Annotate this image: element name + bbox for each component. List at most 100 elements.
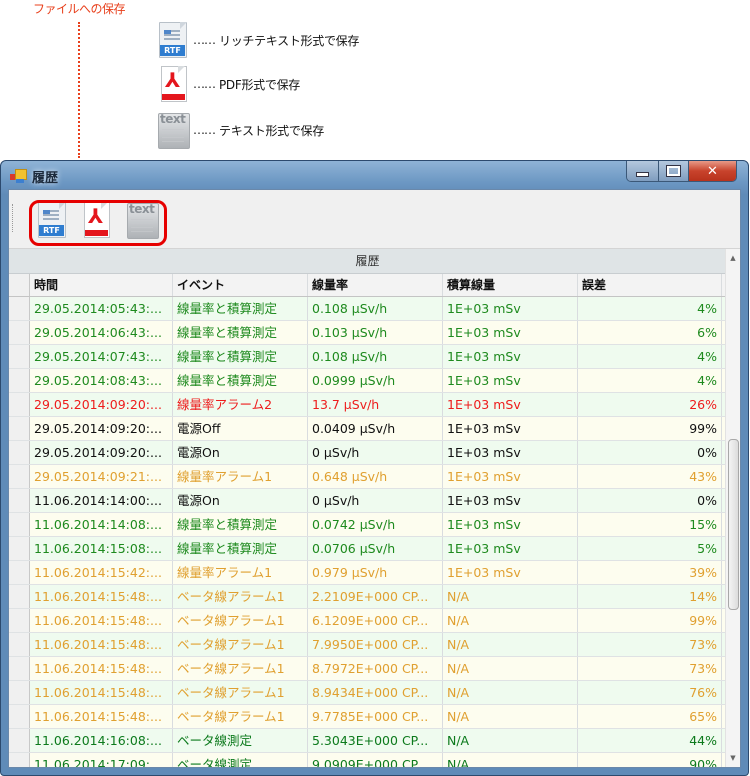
cell-accumulated-dose[interactable]: 1E+03 mSv: [443, 321, 578, 344]
cell-error[interactable]: 14%: [578, 585, 722, 608]
table-row[interactable]: 11.06.2014:16:08:... ベータ線測定 5.3043E+000 CP…: [9, 729, 726, 753]
row-header[interactable]: [9, 417, 30, 440]
cell-accumulated-dose[interactable]: 1E+03 mSv: [443, 561, 578, 584]
cell-event[interactable]: 線量率アラーム1: [173, 561, 308, 584]
row-header[interactable]: [9, 393, 30, 416]
row-header[interactable]: [9, 465, 30, 488]
cell-event[interactable]: 線量率と積算測定: [173, 345, 308, 368]
cell-time[interactable]: 11.06.2014:14:00:...: [30, 489, 173, 512]
cell-dose-rate[interactable]: 0.0999 μSv/h: [308, 369, 443, 392]
row-header[interactable]: [9, 705, 30, 728]
cell-accumulated-dose[interactable]: 1E+03 mSv: [443, 369, 578, 392]
cell-event[interactable]: 電源On: [173, 489, 308, 512]
row-header[interactable]: [9, 633, 30, 656]
column-header-accumulated-dose[interactable]: 積算線量: [443, 274, 578, 296]
scroll-down-arrow-icon[interactable]: ▼: [726, 751, 740, 765]
cell-event[interactable]: 電源On: [173, 441, 308, 464]
cell-error[interactable]: 65%: [578, 705, 722, 728]
cell-event[interactable]: 線量率と積算測定: [173, 537, 308, 560]
cell-time[interactable]: 11.06.2014:15:48:...: [30, 657, 173, 680]
cell-event[interactable]: 線量率と積算測定: [173, 513, 308, 536]
cell-accumulated-dose[interactable]: 1E+03 mSv: [443, 345, 578, 368]
scroll-up-arrow-icon[interactable]: ▲: [726, 251, 740, 265]
cell-accumulated-dose[interactable]: 1E+03 mSv: [443, 417, 578, 440]
toolbar-grip[interactable]: [12, 204, 15, 232]
cell-event[interactable]: ベータ線アラーム1: [173, 681, 308, 704]
cell-accumulated-dose[interactable]: 1E+03 mSv: [443, 441, 578, 464]
close-button[interactable]: ✕: [689, 161, 736, 181]
table-row[interactable]: 29.05.2014:08:43:... 線量率と積算測定 0.0999 μSv/h…: [9, 369, 726, 393]
row-header[interactable]: [9, 609, 30, 632]
cell-error[interactable]: 44%: [578, 729, 722, 752]
cell-accumulated-dose[interactable]: N/A: [443, 753, 578, 767]
cell-time[interactable]: 11.06.2014:15:48:...: [30, 705, 173, 728]
cell-time[interactable]: 29.05.2014:05:43:...: [30, 297, 173, 320]
cell-dose-rate[interactable]: 0.0409 μSv/h: [308, 417, 443, 440]
cell-time[interactable]: 11.06.2014:15:48:...: [30, 609, 173, 632]
cell-error[interactable]: 73%: [578, 633, 722, 656]
cell-event[interactable]: 電源Off: [173, 417, 308, 440]
column-header-time[interactable]: 時間: [30, 274, 173, 296]
cell-dose-rate[interactable]: 8.9434E+000 CP...: [308, 681, 443, 704]
cell-time[interactable]: 11.06.2014:15:42:...: [30, 561, 173, 584]
title-bar[interactable]: 履歴 ✕: [1, 161, 748, 189]
cell-accumulated-dose[interactable]: 1E+03 mSv: [443, 489, 578, 512]
cell-dose-rate[interactable]: 6.1209E+000 CP...: [308, 609, 443, 632]
table-row[interactable]: 11.06.2014:15:48:... ベータ線アラーム1 8.7972E+000…: [9, 657, 726, 681]
cell-time[interactable]: 29.05.2014:09:20:...: [30, 417, 173, 440]
table-row[interactable]: 11.06.2014:14:08:... 線量率と積算測定 0.0742 μSv/h…: [9, 513, 726, 537]
cell-time[interactable]: 29.05.2014:09:20:...: [30, 441, 173, 464]
column-header-dose-rate[interactable]: 線量率: [308, 274, 443, 296]
row-header[interactable]: [9, 681, 30, 704]
save-rtf-button[interactable]: RTF: [36, 202, 68, 238]
cell-time[interactable]: 11.06.2014:16:08:...: [30, 729, 173, 752]
cell-dose-rate[interactable]: 2.2109E+000 CP...: [308, 585, 443, 608]
table-row[interactable]: 29.05.2014:09:20:... 線量率アラーム2 13.7 μSv/h 1E…: [9, 393, 726, 417]
row-header[interactable]: [9, 729, 30, 752]
cell-event[interactable]: ベータ線測定: [173, 753, 308, 767]
table-row[interactable]: 11.06.2014:15:08:... 線量率と積算測定 0.0706 μSv/h…: [9, 537, 726, 561]
table-row[interactable]: 11.06.2014:15:48:... ベータ線アラーム1 2.2109E+000…: [9, 585, 726, 609]
table-row[interactable]: 11.06.2014:15:48:... ベータ線アラーム1 6.1209E+000…: [9, 609, 726, 633]
cell-event[interactable]: 線量率アラーム1: [173, 465, 308, 488]
cell-time[interactable]: 11.06.2014:15:48:...: [30, 633, 173, 656]
cell-time[interactable]: 11.06.2014:15:08:...: [30, 537, 173, 560]
vertical-scrollbar[interactable]: ▲ ▼: [725, 249, 740, 767]
cell-error[interactable]: 0%: [578, 489, 722, 512]
cell-accumulated-dose[interactable]: N/A: [443, 729, 578, 752]
table-row[interactable]: 11.06.2014:15:48:... ベータ線アラーム1 9.7785E+000…: [9, 705, 726, 729]
row-header[interactable]: [9, 369, 30, 392]
cell-dose-rate[interactable]: 0.108 μSv/h: [308, 345, 443, 368]
cell-accumulated-dose[interactable]: N/A: [443, 681, 578, 704]
cell-accumulated-dose[interactable]: 1E+03 mSv: [443, 537, 578, 560]
row-header[interactable]: [9, 561, 30, 584]
cell-accumulated-dose[interactable]: 1E+03 mSv: [443, 465, 578, 488]
cell-accumulated-dose[interactable]: N/A: [443, 609, 578, 632]
cell-time[interactable]: 29.05.2014:09:20:...: [30, 393, 173, 416]
cell-dose-rate[interactable]: 0 μSv/h: [308, 489, 443, 512]
row-header[interactable]: [9, 489, 30, 512]
row-header[interactable]: [9, 297, 30, 320]
table-row[interactable]: 29.05.2014:07:43:... 線量率と積算測定 0.108 μSv/h 1…: [9, 345, 726, 369]
table-row[interactable]: 29.05.2014:09:20:... 電源Off 0.0409 μSv/h 1E+…: [9, 417, 726, 441]
cell-event[interactable]: 線量率アラーム2: [173, 393, 308, 416]
cell-error[interactable]: 0%: [578, 441, 722, 464]
cell-time[interactable]: 11.06.2014:15:48:...: [30, 681, 173, 704]
cell-event[interactable]: ベータ線アラーム1: [173, 705, 308, 728]
cell-time[interactable]: 11.06.2014:14:08:...: [30, 513, 173, 536]
cell-accumulated-dose[interactable]: 1E+03 mSv: [443, 393, 578, 416]
cell-dose-rate[interactable]: 0.0742 μSv/h: [308, 513, 443, 536]
cell-dose-rate[interactable]: 0.648 μSv/h: [308, 465, 443, 488]
save-text-button[interactable]: text: [126, 202, 159, 239]
cell-time[interactable]: 29.05.2014:06:43:...: [30, 321, 173, 344]
cell-accumulated-dose[interactable]: N/A: [443, 657, 578, 680]
cell-error[interactable]: 90%: [578, 753, 722, 767]
cell-error[interactable]: 15%: [578, 513, 722, 536]
cell-time[interactable]: 11.06.2014:15:48:...: [30, 585, 173, 608]
table-row[interactable]: 11.06.2014:14:00:... 電源On 0 μSv/h 1E+03 mSv…: [9, 489, 726, 513]
table-row[interactable]: 29.05.2014:05:43:... 線量率と積算測定 0.108 μSv/h 1…: [9, 297, 726, 321]
table-row[interactable]: 11.06.2014:17:09:... ベータ線測定 9.0909E+000 CP…: [9, 753, 726, 767]
cell-dose-rate[interactable]: 5.3043E+000 CP...: [308, 729, 443, 752]
cell-dose-rate[interactable]: 0.108 μSv/h: [308, 297, 443, 320]
cell-event[interactable]: 線量率と積算測定: [173, 297, 308, 320]
